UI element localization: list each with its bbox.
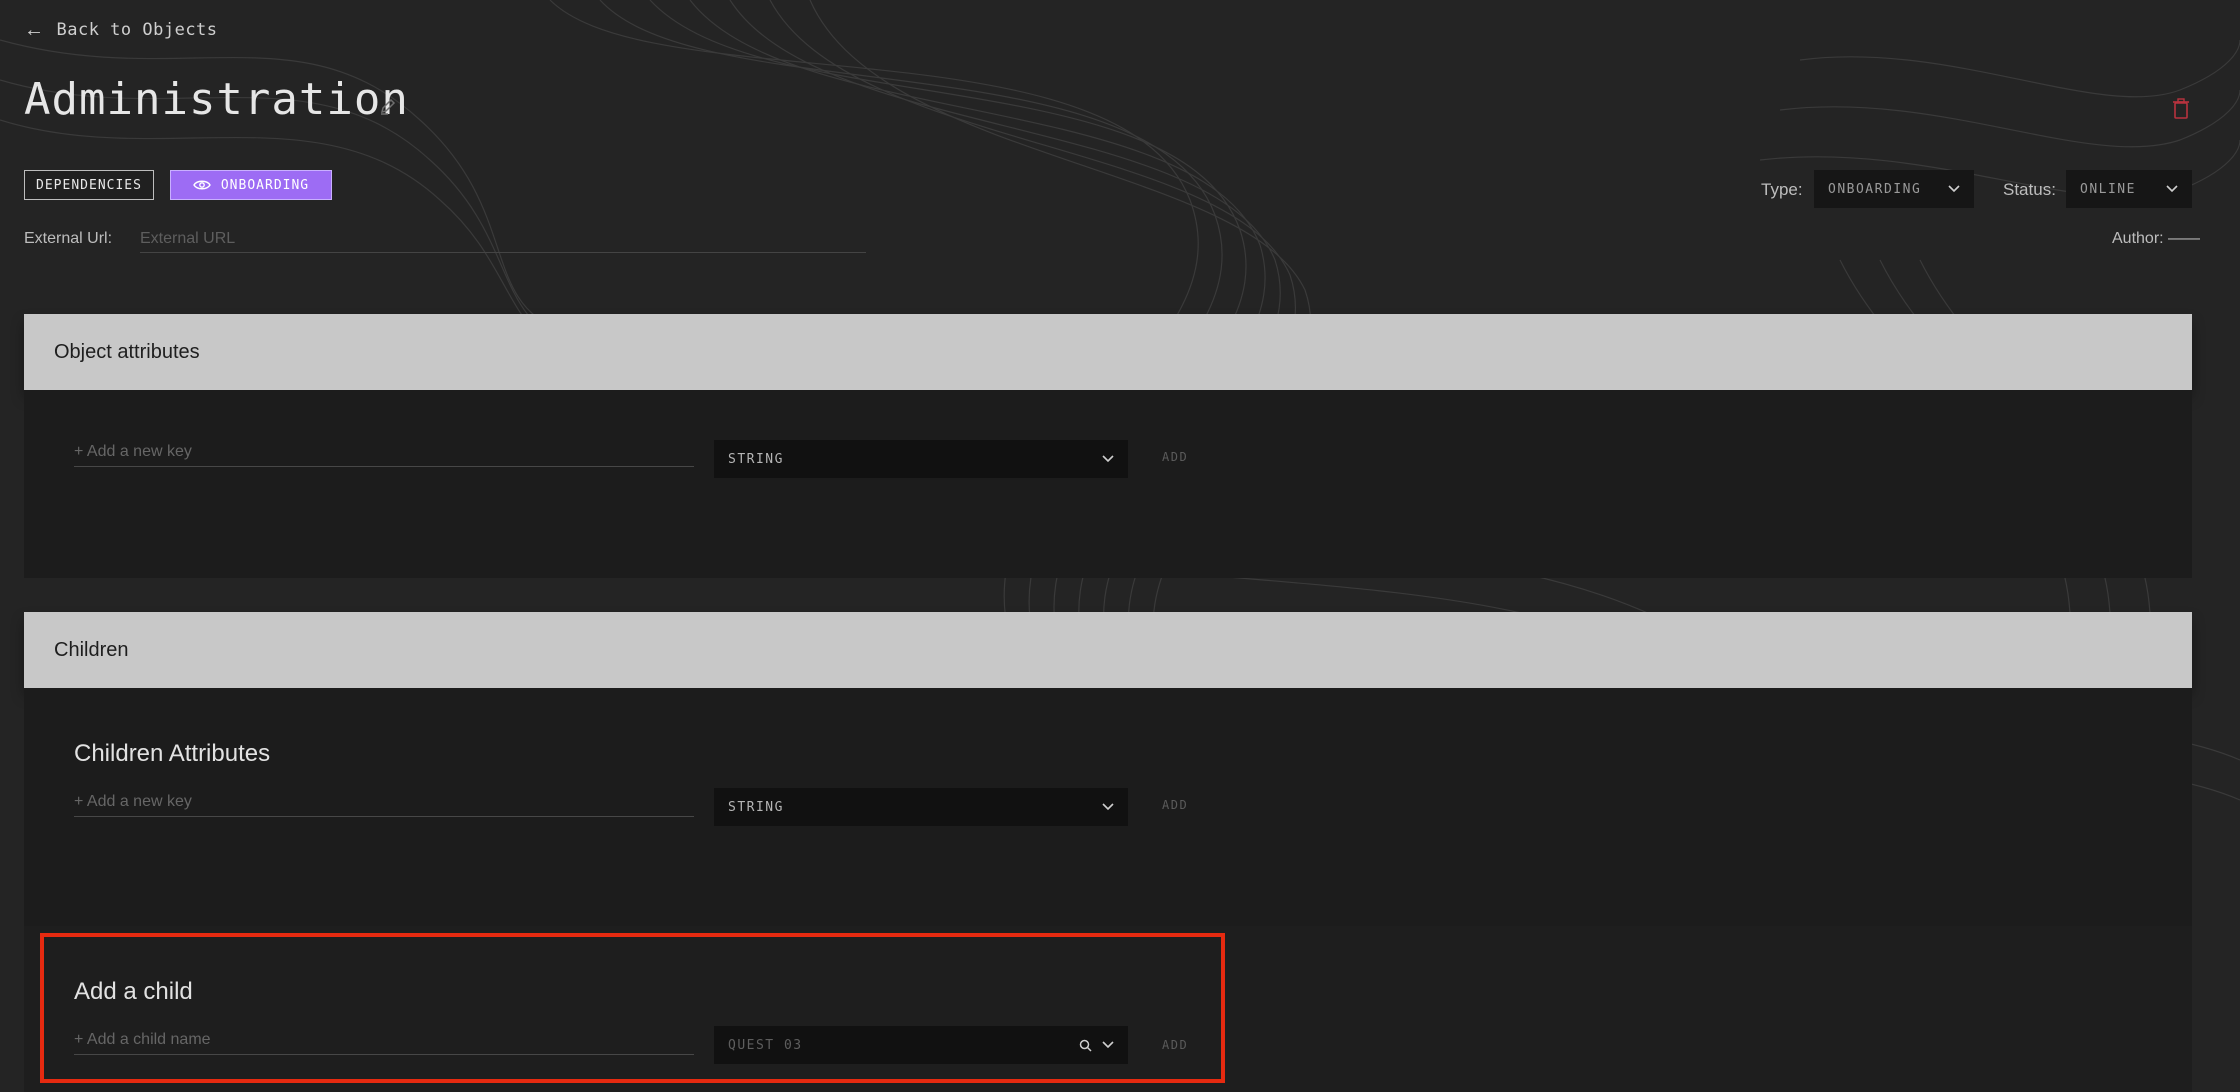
children-header[interactable]: Children [24, 612, 2192, 688]
back-link[interactable]: ← Back to Objects [24, 20, 218, 40]
page-title: Administration [24, 74, 409, 125]
attribute-type-value: STRING [728, 451, 784, 467]
back-link-label: Back to Objects [56, 20, 218, 40]
pencil-icon[interactable] [378, 96, 398, 116]
object-attributes-body [24, 390, 2192, 578]
add-attribute-button[interactable]: ADD [1162, 450, 1188, 464]
tab-onboarding[interactable]: ONBOARDING [170, 170, 332, 200]
attribute-type-select[interactable]: STRING [714, 440, 1128, 478]
author-label: Author: —— [2112, 230, 2201, 247]
children-attribute-type-select[interactable]: STRING [714, 788, 1128, 826]
type-label: Type: [1761, 180, 1803, 199]
chevron-down-icon [1948, 185, 1960, 193]
object-attributes-title: Object attributes [54, 340, 200, 363]
children-title: Children [54, 638, 129, 661]
status-select-value: ONLINE [2080, 181, 2136, 197]
attribute-key-input[interactable] [74, 438, 694, 467]
children-attribute-type-value: STRING [728, 799, 784, 815]
external-url-input[interactable] [140, 226, 866, 253]
object-attributes-header[interactable]: Object attributes [24, 314, 2192, 390]
eye-icon [193, 180, 211, 190]
type-select-value: ONBOARDING [1828, 181, 1922, 197]
children-attribute-key-input[interactable] [74, 788, 694, 817]
arrow-left-icon: ← [24, 19, 45, 41]
status-label: Status: [2003, 180, 2056, 199]
type-select[interactable]: ONBOARDING [1814, 170, 1974, 208]
trash-icon[interactable] [2172, 98, 2190, 120]
tab-onboarding-label: ONBOARDING [220, 177, 310, 193]
chevron-down-icon [1102, 803, 1114, 811]
add-children-attribute-button[interactable]: ADD [1162, 798, 1188, 812]
highlight-box [40, 933, 1225, 1083]
chevron-down-icon [2166, 185, 2178, 193]
external-url-label: External Url: [24, 230, 113, 247]
status-select[interactable]: ONLINE [2066, 170, 2192, 208]
children-attributes-title: Children Attributes [74, 740, 271, 767]
tab-dependencies[interactable]: DEPENDENCIES [24, 170, 154, 200]
chevron-down-icon [1102, 455, 1114, 463]
tab-dependencies-label: DEPENDENCIES [36, 177, 142, 193]
